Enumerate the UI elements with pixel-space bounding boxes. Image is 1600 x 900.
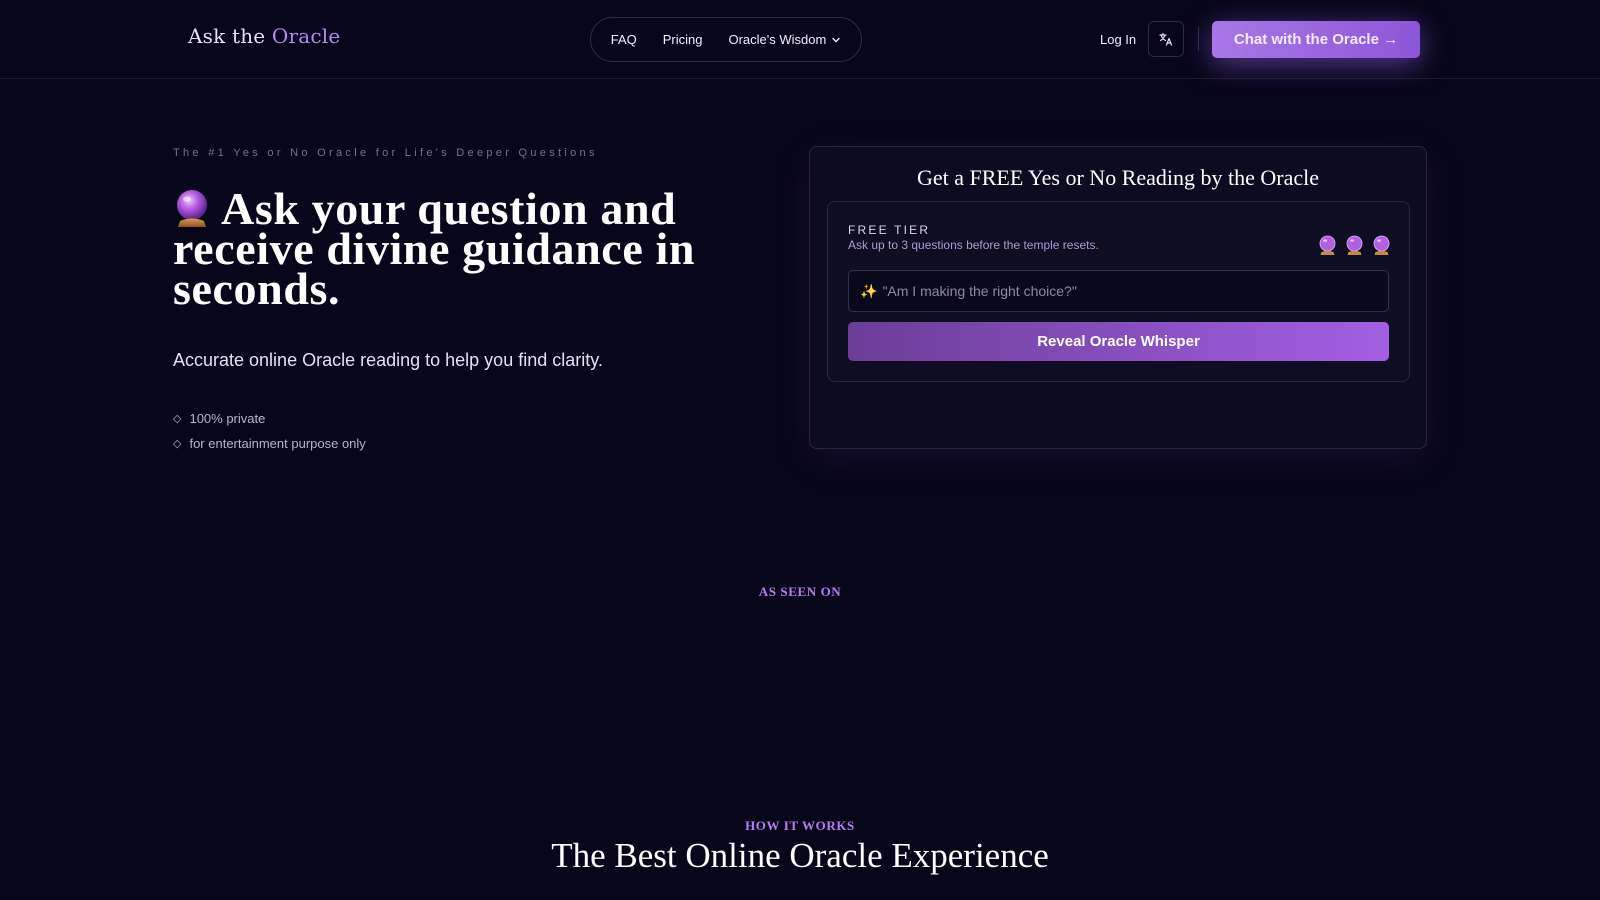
hero-eyebrow: The #1 Yes or No Oracle for Life's Deepe… (173, 147, 598, 159)
hero-subtitle: Accurate online Oracle reading to help y… (173, 350, 603, 370)
reveal-oracle-button[interactable]: Reveal Oracle Whisper (848, 322, 1389, 361)
hero-title-text: Ask your question and receive divine gui… (173, 183, 696, 314)
language-button[interactable] (1148, 21, 1184, 57)
crystal-ball-icon (1346, 235, 1363, 255)
crystal-ball-icon (1319, 235, 1336, 255)
tier-label: FREE TIER (848, 223, 931, 237)
bullet-text: 100% private (189, 411, 266, 426)
login-link[interactable]: Log In (1100, 32, 1136, 47)
diamond-icon: ◇ (173, 438, 182, 450)
logo-text-accent: Oracle (271, 24, 341, 48)
nav-wisdom-label: Oracle's Wisdom (728, 32, 827, 47)
tier-description: Ask up to 3 questions before the temple … (848, 238, 1099, 252)
hero-bullets: ◇ 100% private ◇ for entertainment purpo… (173, 406, 366, 456)
questions-remaining-indicator (1318, 235, 1391, 256)
main-nav: FAQ Pricing Oracle's Wisdom (590, 17, 862, 62)
chat-with-oracle-button[interactable]: Chat with the Oracle → (1212, 21, 1420, 58)
site-logo[interactable]: Ask the Oracle (188, 24, 340, 48)
bullet-item: ◇ 100% private (173, 406, 366, 431)
question-input[interactable]: ✨ "Am I making the right choice?" (848, 270, 1389, 312)
nav-wisdom-dropdown[interactable]: Oracle's Wisdom (728, 32, 841, 47)
chevron-down-icon (832, 37, 840, 42)
diamond-icon: ◇ (173, 413, 182, 425)
question-input-placeholder: "Am I making the right choice?" (882, 283, 1077, 299)
hero-title: Ask your question and receive divine gui… (173, 186, 713, 312)
sparkle-icon: ✨ (860, 282, 878, 299)
bullet-text: for entertainment purpose only (189, 436, 366, 451)
reading-card-title: Get a FREE Yes or No Reading by the Orac… (916, 165, 1320, 190)
translate-icon (1159, 32, 1173, 46)
nav-faq-link[interactable]: FAQ (611, 32, 637, 47)
crystal-ball-icon (177, 190, 207, 227)
nav-pricing-link[interactable]: Pricing (663, 32, 703, 47)
free-tier-box: FREE TIER Ask up to 3 questions before t… (827, 201, 1410, 382)
how-it-works-title: The Best Online Oracle Experience (551, 836, 1049, 875)
site-header: Ask the Oracle FAQ Pricing Oracle's Wisd… (0, 0, 1600, 79)
header-divider (1198, 27, 1199, 51)
bullet-item: ◇ for entertainment purpose only (173, 431, 366, 456)
reading-card: Get a FREE Yes or No Reading by the Orac… (809, 146, 1427, 449)
how-it-works-label: HOW IT WORKS (745, 818, 855, 833)
crystal-ball-icon (1373, 235, 1390, 255)
as-seen-on-label: AS SEEN ON (758, 584, 842, 599)
logo-text-prefix: Ask the (188, 24, 272, 48)
